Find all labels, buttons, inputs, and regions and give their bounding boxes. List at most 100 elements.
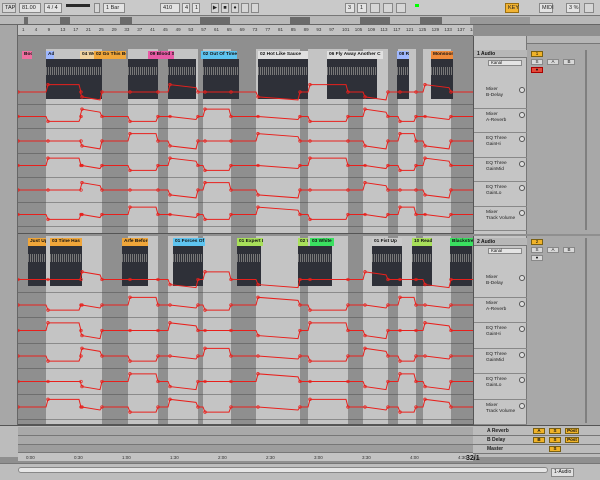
automation-envelope[interactable]	[18, 133, 473, 150]
automation-envelope[interactable]	[18, 108, 473, 122]
metronome-button[interactable]	[94, 3, 100, 13]
play-icon: ▶	[212, 5, 218, 11]
track-1-lane[interactable]: BooAdr04 Wo02 Go This Bor09 Blood Sp02 O…	[18, 49, 473, 234]
beat-time-ruler[interactable]: 1 4 9 13 17 21 25 29 33 37 41 45 49 53 57 61 65 69 73 77 81 8…	[18, 25, 473, 36]
unfold-icon[interactable]	[519, 136, 525, 142]
quantization-select[interactable]: 1 Bar	[103, 3, 125, 13]
automation-param[interactable]: Mixer A-Reverb	[474, 298, 528, 323]
return-a-header[interactable]: A Reverb A S Post	[473, 427, 600, 436]
track-1-activator-button[interactable]: 1	[531, 51, 543, 57]
return-b-solo[interactable]: S	[549, 437, 561, 443]
master-header[interactable]: Master S	[473, 445, 600, 454]
track-selector[interactable]: 1-Audio	[551, 468, 575, 477]
automation-param[interactable]: EQ Three GainMid	[474, 349, 528, 374]
return-b-header[interactable]: B Delay B S Post	[473, 436, 600, 445]
automation-envelope[interactable]	[18, 398, 473, 413]
automation-envelope[interactable]	[18, 206, 473, 220]
time-signature-field[interactable]: 4 / 4	[44, 3, 62, 13]
automation-envelope[interactable]	[18, 296, 473, 311]
automation-envelope[interactable]	[18, 271, 473, 289]
ruler-tick: 109	[367, 27, 376, 32]
track-2-solo-button[interactable]: S	[531, 247, 543, 253]
unfold-icon[interactable]	[519, 209, 525, 216]
time-ruler[interactable]: 0:00 0:30 1:00 1:30 2:00 2:30 3:00 3:30 4:00 4:30	[18, 452, 473, 461]
record-button[interactable]: ●	[231, 3, 239, 13]
automation-envelope[interactable]	[18, 347, 473, 362]
automation-envelope[interactable]	[18, 157, 473, 171]
unfold-icon[interactable]	[519, 275, 525, 281]
tempo-field[interactable]: 81.00	[19, 3, 41, 13]
ruler-tick: 81	[278, 27, 284, 32]
track-2-lane[interactable]: Just Up 03 Time Has Arfe Before 01 Forces O…	[18, 236, 473, 425]
overdub-button[interactable]	[241, 3, 249, 13]
return-b-post[interactable]: Post	[565, 437, 579, 443]
automation-envelopes[interactable]	[18, 49, 473, 233]
unfold-icon[interactable]	[519, 87, 525, 93]
return-b-button[interactable]: B	[533, 437, 545, 443]
song-position-beats[interactable]: 4	[182, 3, 190, 13]
unfold-icon[interactable]	[519, 326, 525, 332]
track-2-activator-button[interactable]: 2	[531, 239, 543, 245]
automation-param[interactable]: Mixer Track Volume	[474, 400, 528, 425]
track-1-header[interactable]: 1 Audio	[474, 50, 528, 58]
unfold-icon[interactable]	[519, 160, 525, 167]
unfold-icon[interactable]	[519, 300, 525, 307]
loop-button[interactable]	[370, 3, 380, 13]
automation-param[interactable]: EQ Three GainHi	[474, 133, 528, 158]
unfold-icon[interactable]	[519, 377, 525, 383]
automation-param[interactable]: Mixer Track Volume	[474, 207, 528, 231]
arrangement-overview[interactable]	[0, 16, 600, 25]
ruler-tick: 49	[175, 27, 181, 32]
automation-param[interactable]: EQ Three GainMid	[474, 158, 528, 182]
automation-arm-button[interactable]	[251, 3, 259, 13]
automation-envelopes[interactable]	[18, 236, 473, 424]
unfold-icon[interactable]	[519, 351, 525, 358]
return-b-lane[interactable]	[18, 436, 473, 445]
master-solo[interactable]: S	[549, 446, 561, 452]
track-1-send-a[interactable]: A	[547, 59, 559, 65]
draw-mode-button[interactable]	[396, 3, 406, 13]
unfold-icon[interactable]	[519, 111, 525, 118]
stop-button[interactable]: ■	[221, 3, 229, 13]
automation-param[interactable]: EQ Three GainLo	[474, 374, 528, 400]
loop-start-field[interactable]: 3	[345, 3, 355, 13]
automation-envelope[interactable]	[18, 182, 473, 199]
automation-envelope[interactable]	[18, 84, 473, 101]
tap-button[interactable]: TAP	[2, 3, 16, 13]
horizontal-scrollbar[interactable]	[18, 467, 548, 473]
unfold-icon[interactable]	[519, 185, 525, 191]
automation-envelope[interactable]	[18, 373, 473, 391]
return-a-lane[interactable]	[18, 427, 473, 436]
punch-button[interactable]	[383, 3, 393, 13]
track-2-arm-button[interactable]: ●	[531, 255, 543, 261]
song-position-sixteenths[interactable]: 1	[192, 3, 200, 13]
track-1-send-b[interactable]: B	[563, 59, 575, 65]
play-button[interactable]: ▶	[211, 3, 219, 13]
track-1-arm-button[interactable]: ●	[531, 67, 543, 73]
automation-envelope[interactable]	[18, 322, 473, 340]
track-1-input-select[interactable]: Kanal	[488, 60, 522, 66]
key-map-button[interactable]: KEY	[505, 3, 519, 13]
return-a-solo[interactable]: S	[549, 428, 561, 434]
automation-param[interactable]: Mixer A-Reverb	[474, 109, 528, 133]
track-2-input-select[interactable]: Kanal	[488, 248, 522, 254]
ruler-tick: 37	[137, 27, 143, 32]
track-2-header[interactable]: 2 Audio	[474, 238, 528, 246]
track-2-send-a[interactable]: A	[547, 247, 559, 253]
unfold-icon[interactable]	[519, 402, 525, 409]
automation-param[interactable]: EQ Three GainLo	[474, 182, 528, 207]
return-a-button[interactable]: A	[533, 428, 545, 434]
automation-param[interactable]: Mixer B-Delay	[474, 272, 528, 298]
parameter-name: Track Volume	[486, 215, 516, 221]
parameter-name: B-Delay	[486, 281, 504, 286]
track-1-solo-button[interactable]: S	[531, 59, 543, 65]
automation-param[interactable]: Mixer B-Delay	[474, 84, 528, 109]
midi-map-button[interactable]: MIDI	[539, 3, 554, 13]
loop-length-field[interactable]: 1	[357, 3, 367, 13]
song-position-bars[interactable]: 410	[160, 3, 180, 13]
parameter-name: B-Delay	[486, 93, 504, 98]
return-a-post[interactable]: Post	[565, 428, 579, 434]
track-2-send-b[interactable]: B	[563, 247, 575, 253]
arrangement-counter: 32/1	[466, 455, 480, 462]
automation-param[interactable]: EQ Three GainHi	[474, 323, 528, 349]
